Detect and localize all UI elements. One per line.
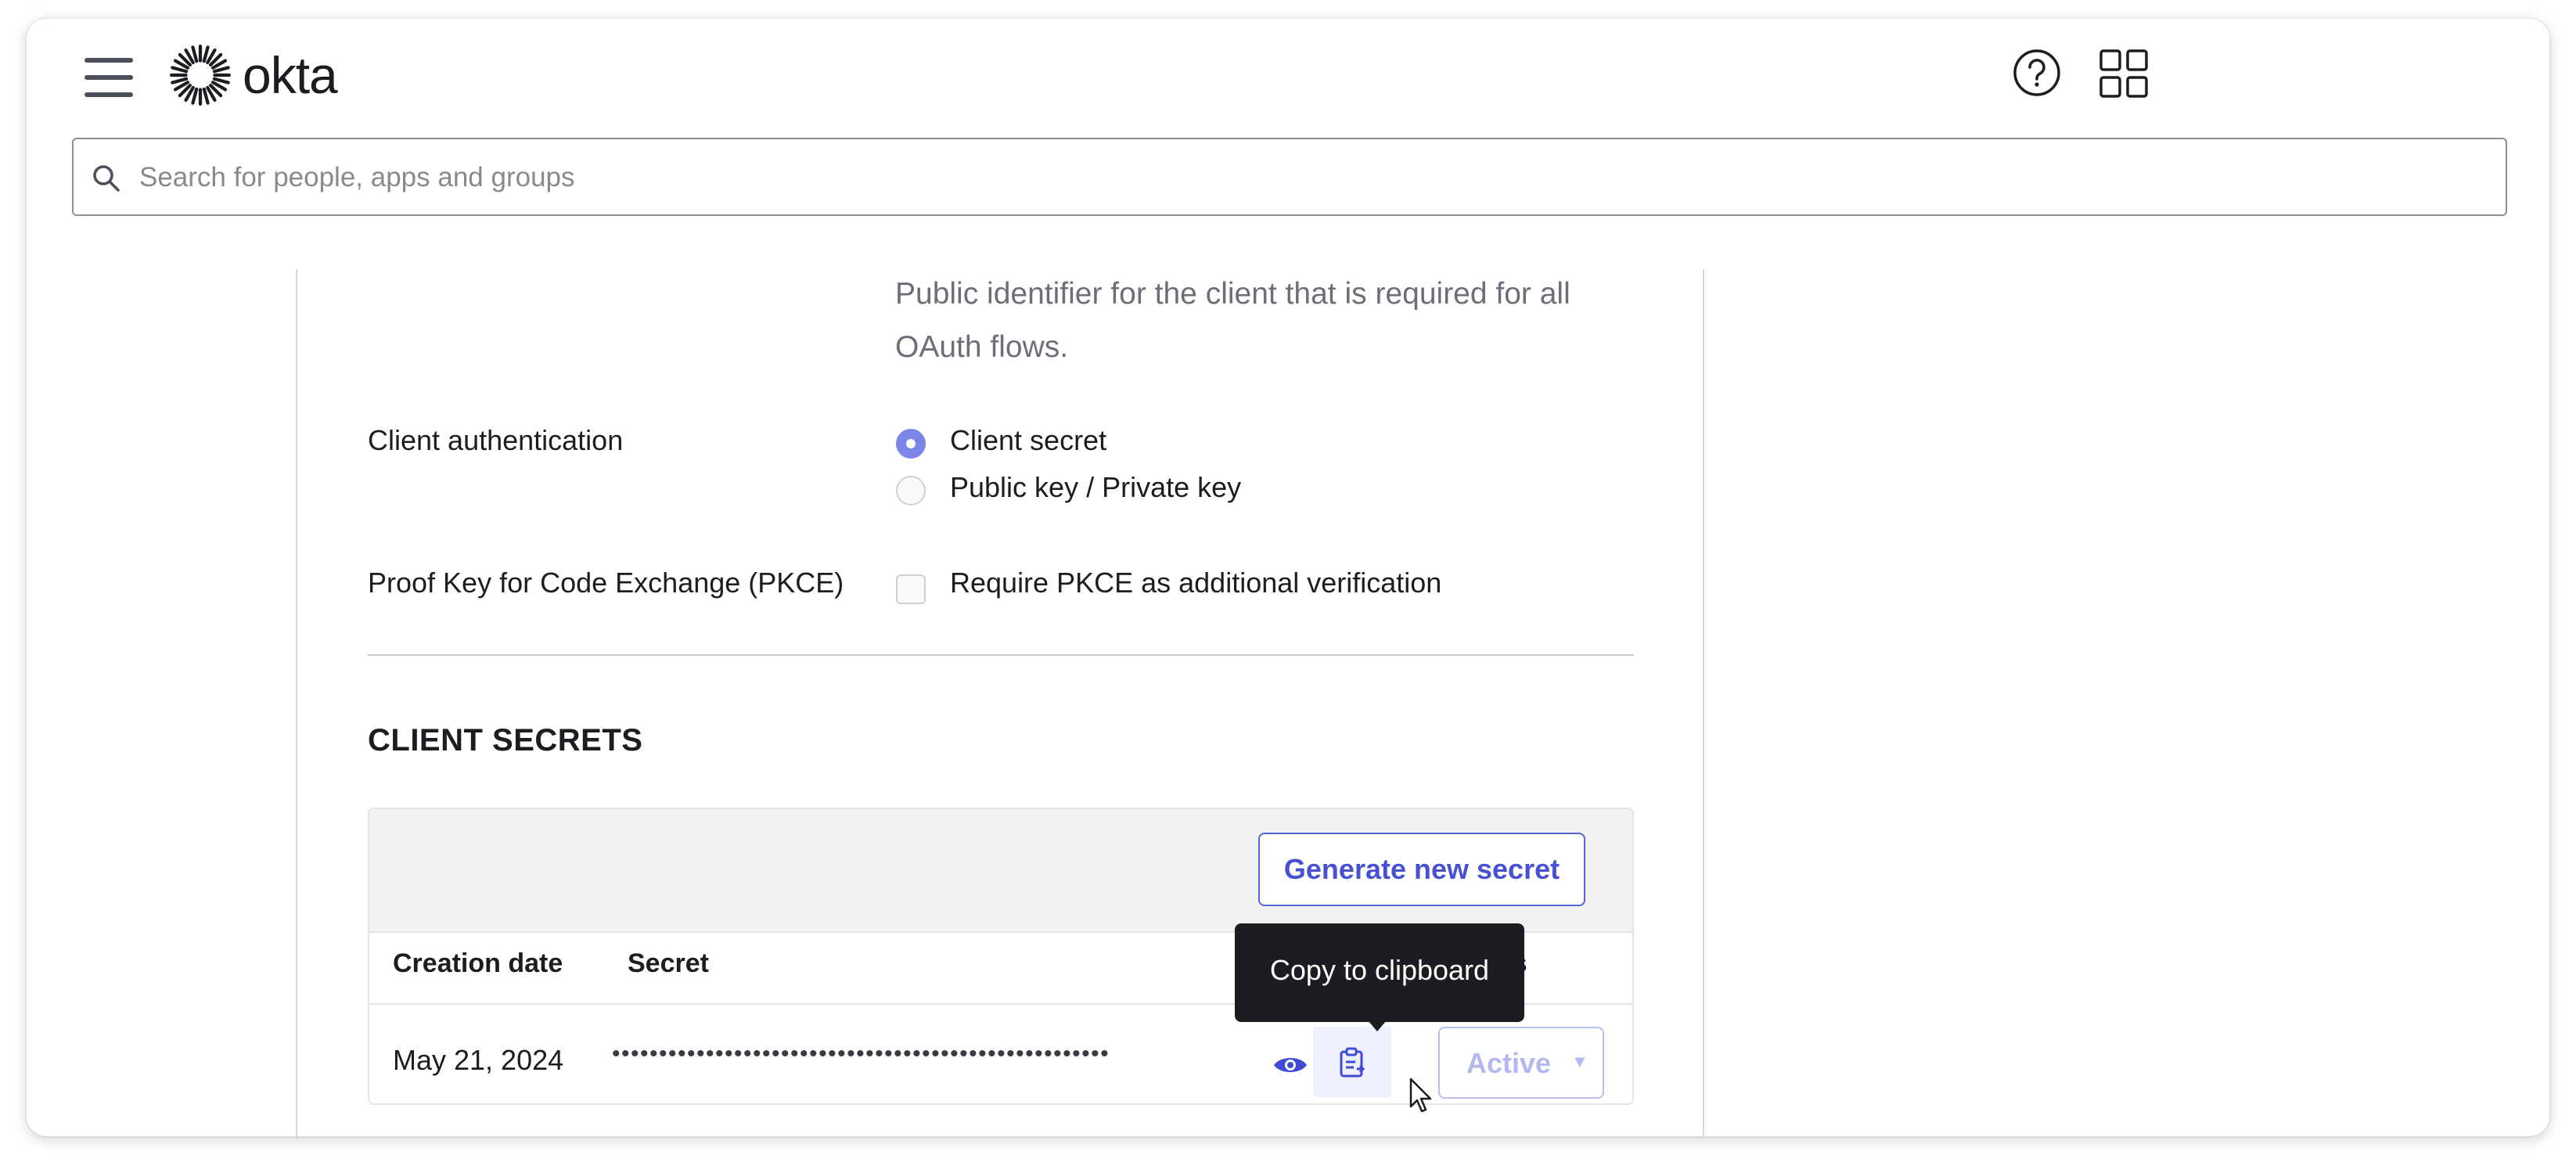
client-secrets-title: CLIENT SECRETS	[368, 723, 643, 758]
client-secret-option-label[interactable]: Client secret	[950, 424, 1106, 457]
secret-status-dropdown[interactable]: Active ▼	[1438, 1027, 1604, 1099]
help-icon[interactable]	[2013, 49, 2061, 97]
mouse-cursor-icon	[1409, 1078, 1432, 1113]
client-authentication-label: Client authentication	[368, 424, 624, 456]
copy-tooltip: Copy to clipboard	[1235, 923, 1524, 1031]
chevron-down-icon: ▼	[1571, 1052, 1588, 1071]
client-id-description: Public identifier for the client that is…	[895, 277, 1570, 364]
okta-logo[interactable]: okta	[167, 42, 338, 108]
masked-secret: ••••••••••••••••••••••••••••••••••••••••…	[612, 1041, 1110, 1067]
column-header-secret: Secret	[628, 948, 709, 978]
okta-sunburst-icon	[169, 44, 232, 106]
copy-to-clipboard-button[interactable]	[1313, 1027, 1391, 1097]
column-header-creation-date: Creation date	[393, 948, 563, 978]
app-grid-icon[interactable]	[2099, 49, 2149, 99]
status-value: Active	[1466, 1047, 1552, 1079]
generate-new-secret-button[interactable]: Generate new secret	[1258, 833, 1585, 906]
content-right-border	[1703, 269, 1704, 1136]
pkce-label: Proof Key for Code Exchange (PKCE)	[368, 567, 844, 599]
secret-creation-date: May 21, 2024	[393, 1044, 564, 1076]
client-secret-radio[interactable]	[896, 429, 926, 459]
pkce-checkbox[interactable]	[896, 574, 926, 604]
menu-icon[interactable]	[85, 58, 133, 97]
section-divider	[368, 654, 1634, 656]
public-key-radio[interactable]	[896, 476, 926, 506]
app-window: okta Public identifier for the client th…	[27, 19, 2549, 1136]
search-input[interactable]	[138, 139, 2473, 216]
public-key-option-label[interactable]: Public key / Private key	[950, 471, 1241, 504]
clipboard-icon	[1340, 1047, 1365, 1078]
show-secret-eye-icon[interactable]	[1272, 1053, 1308, 1077]
search-bar[interactable]	[72, 138, 2507, 216]
logo-text: okta	[243, 46, 338, 104]
pkce-checkbox-label[interactable]: Require PKCE as additional verification	[950, 567, 1441, 599]
content-left-border	[296, 269, 297, 1136]
table-toolbar: Generate new secret	[369, 809, 1632, 933]
search-icon	[93, 165, 120, 192]
